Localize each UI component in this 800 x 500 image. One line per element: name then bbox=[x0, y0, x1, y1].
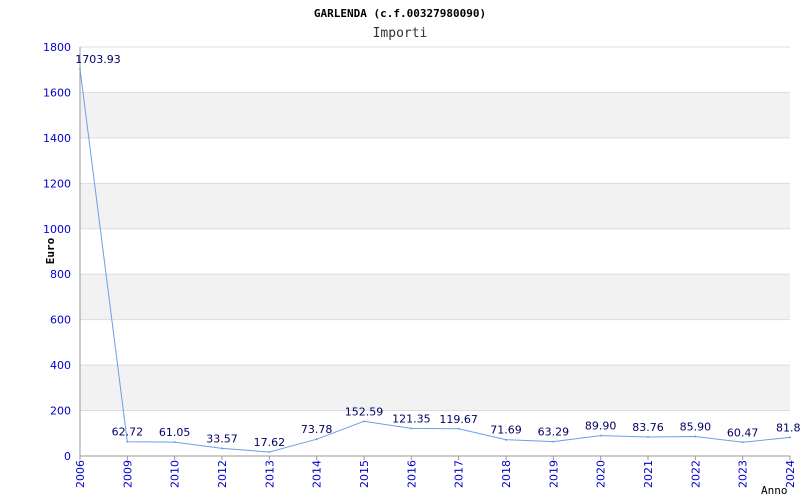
x-tick-label: 2019 bbox=[547, 460, 560, 488]
y-tick-label: 800 bbox=[50, 268, 71, 281]
x-tick-label: 2023 bbox=[737, 460, 750, 488]
background-bands bbox=[80, 92, 790, 411]
data-label: 71.69 bbox=[490, 424, 522, 437]
data-point bbox=[647, 435, 649, 438]
data-point bbox=[315, 438, 318, 441]
data-label: 17.62 bbox=[254, 436, 286, 449]
x-tick-label: 2017 bbox=[453, 460, 466, 488]
x-tick-label: 2020 bbox=[595, 460, 608, 488]
chart-subtitle: Importi bbox=[373, 26, 428, 41]
data-label: 119.67 bbox=[439, 413, 478, 426]
y-tick-label: 200 bbox=[50, 405, 71, 418]
y-tick-label: 1400 bbox=[43, 132, 71, 145]
y-tick-label: 1200 bbox=[43, 177, 71, 190]
data-point bbox=[173, 441, 176, 444]
data-point bbox=[363, 420, 365, 423]
data-label: 83.76 bbox=[632, 421, 664, 434]
x-tick-label: 2022 bbox=[689, 460, 702, 488]
data-point bbox=[221, 447, 223, 450]
y-axis-label: Euro bbox=[44, 237, 57, 264]
x-tick-label: 2010 bbox=[169, 460, 182, 488]
data-label: 33.57 bbox=[206, 432, 238, 445]
data-label: 89.90 bbox=[585, 420, 617, 433]
data-point bbox=[268, 450, 271, 453]
data-label: 81.88 bbox=[776, 421, 800, 434]
data-label: 85.90 bbox=[680, 420, 712, 433]
data-point bbox=[505, 438, 507, 441]
x-tick-label: 2018 bbox=[500, 460, 513, 488]
y-tick-label: 1800 bbox=[43, 41, 71, 54]
x-tick-label: 2006 bbox=[74, 460, 87, 488]
data-point bbox=[410, 427, 413, 430]
data-point bbox=[552, 440, 555, 443]
y-tick-label: 1600 bbox=[43, 86, 71, 99]
data-point bbox=[741, 441, 744, 444]
y-tick-label: 600 bbox=[50, 314, 71, 327]
background-band bbox=[80, 183, 790, 229]
line-chart: 020040060080010001200140016001800 2006 20… bbox=[43, 7, 800, 497]
data-label: 62.72 bbox=[112, 426, 144, 439]
data-point bbox=[126, 440, 129, 443]
x-tick-label: 2013 bbox=[263, 460, 276, 488]
x-tick-label: 2014 bbox=[311, 460, 324, 488]
x-tick-label: 2021 bbox=[642, 460, 655, 488]
data-label: 73.78 bbox=[301, 423, 333, 436]
y-tick-label: 1000 bbox=[43, 223, 71, 236]
data-label: 121.35 bbox=[392, 412, 431, 425]
x-axis-ticks: 2006 2009 2010 2012 2013 2014 2015 2016 2017 2018… bbox=[74, 456, 797, 488]
data-label: 1703.93 bbox=[75, 53, 121, 66]
x-axis-label: Anno bbox=[761, 484, 788, 497]
data-point bbox=[457, 427, 460, 430]
chart-title: GARLENDA (c.f.00327980090) bbox=[314, 7, 486, 20]
x-tick-label: 2012 bbox=[216, 460, 229, 488]
x-tick-label: 2015 bbox=[358, 460, 371, 488]
data-label: 63.29 bbox=[538, 426, 570, 439]
background-band bbox=[80, 365, 790, 411]
y-tick-label: 0 bbox=[64, 450, 71, 463]
data-label: 61.05 bbox=[159, 426, 191, 439]
background-band bbox=[80, 92, 790, 138]
data-point bbox=[694, 435, 697, 438]
x-tick-label: 2009 bbox=[121, 460, 134, 488]
y-tick-label: 400 bbox=[50, 359, 71, 372]
data-point bbox=[789, 436, 791, 439]
background-band bbox=[80, 274, 790, 320]
data-point bbox=[599, 434, 602, 437]
data-label: 152.59 bbox=[345, 405, 384, 418]
x-tick-label: 2016 bbox=[405, 460, 418, 488]
data-label: 60.47 bbox=[727, 426, 759, 439]
data-point bbox=[79, 67, 81, 70]
